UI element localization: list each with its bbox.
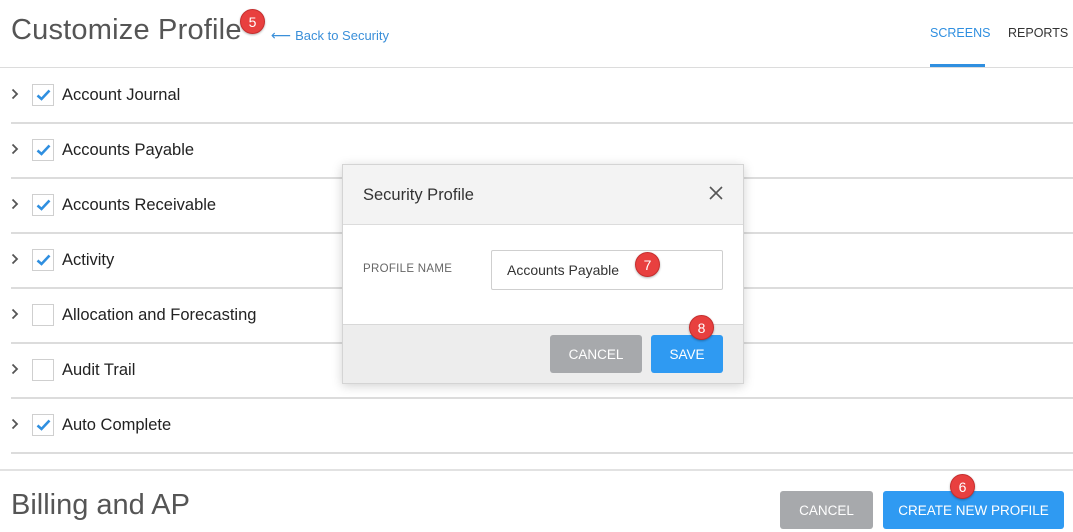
checkmark-icon xyxy=(36,144,51,156)
dialog-save-button[interactable]: SAVE xyxy=(651,335,723,373)
close-icon[interactable] xyxy=(709,186,723,205)
checkmark-icon xyxy=(36,419,51,431)
back-link-label: Back to Security xyxy=(295,28,390,43)
row-label: Allocation and Forecasting xyxy=(62,306,257,324)
checkmark-icon xyxy=(36,254,51,266)
create-new-profile-button[interactable]: CREATE NEW PROFILE xyxy=(883,491,1064,529)
checkmark-icon xyxy=(36,89,51,101)
footer-cancel-button[interactable]: CANCEL xyxy=(780,491,873,529)
row-label: Accounts Receivable xyxy=(62,196,217,214)
chevron-right-icon[interactable] xyxy=(11,252,19,269)
row-checkbox[interactable] xyxy=(32,139,54,161)
list-item[interactable]: Account Journal xyxy=(11,69,1073,124)
chevron-right-icon[interactable] xyxy=(11,307,19,324)
row-checkbox[interactable] xyxy=(32,84,54,106)
callout-badge: 8 xyxy=(689,315,714,340)
row-label: Auto Complete xyxy=(62,416,172,434)
row-checkbox[interactable] xyxy=(32,414,54,436)
row-checkbox[interactable] xyxy=(32,359,54,381)
checkmark-icon xyxy=(36,199,51,211)
active-tab-indicator xyxy=(930,64,985,67)
arrow-left-icon: ⟵ xyxy=(271,27,292,43)
row-label: Audit Trail xyxy=(62,361,136,379)
footer-title: Billing and AP xyxy=(11,489,190,521)
chevron-right-icon[interactable] xyxy=(11,87,19,104)
callout-badge: 6 xyxy=(950,474,975,499)
chevron-right-icon[interactable] xyxy=(11,417,19,434)
row-checkbox[interactable] xyxy=(32,249,54,271)
security-profile-dialog: Security Profile PROFILE NAME CANCEL SAV… xyxy=(342,164,744,384)
profile-name-input[interactable] xyxy=(491,250,723,290)
list-item[interactable]: Auto Complete xyxy=(11,399,1073,454)
row-label: Account Journal xyxy=(62,86,181,104)
back-to-security-link[interactable]: ⟵ Back to Security xyxy=(271,27,389,44)
tab-reports[interactable]: REPORTS xyxy=(1008,26,1068,40)
dialog-cancel-button[interactable]: CANCEL xyxy=(550,335,642,373)
chevron-right-icon[interactable] xyxy=(11,142,19,159)
callout-badge: 5 xyxy=(240,9,265,34)
tab-screens[interactable]: SCREENS xyxy=(930,26,990,40)
row-label: Accounts Payable xyxy=(62,141,195,159)
page-title: Customize Profile xyxy=(11,14,242,46)
page-header: Customize Profile ⟵ Back to Security SCRE… xyxy=(0,0,1073,68)
row-label: Activity xyxy=(62,251,115,269)
dialog-title: Security Profile xyxy=(363,186,474,204)
row-checkbox[interactable] xyxy=(32,304,54,326)
chevron-right-icon[interactable] xyxy=(11,197,19,214)
footer-divider xyxy=(0,469,1073,471)
dialog-header: Security Profile xyxy=(343,165,743,225)
callout-badge: 7 xyxy=(635,252,660,277)
row-checkbox[interactable] xyxy=(32,194,54,216)
chevron-right-icon[interactable] xyxy=(11,362,19,379)
profile-name-label: PROFILE NAME xyxy=(363,263,453,275)
